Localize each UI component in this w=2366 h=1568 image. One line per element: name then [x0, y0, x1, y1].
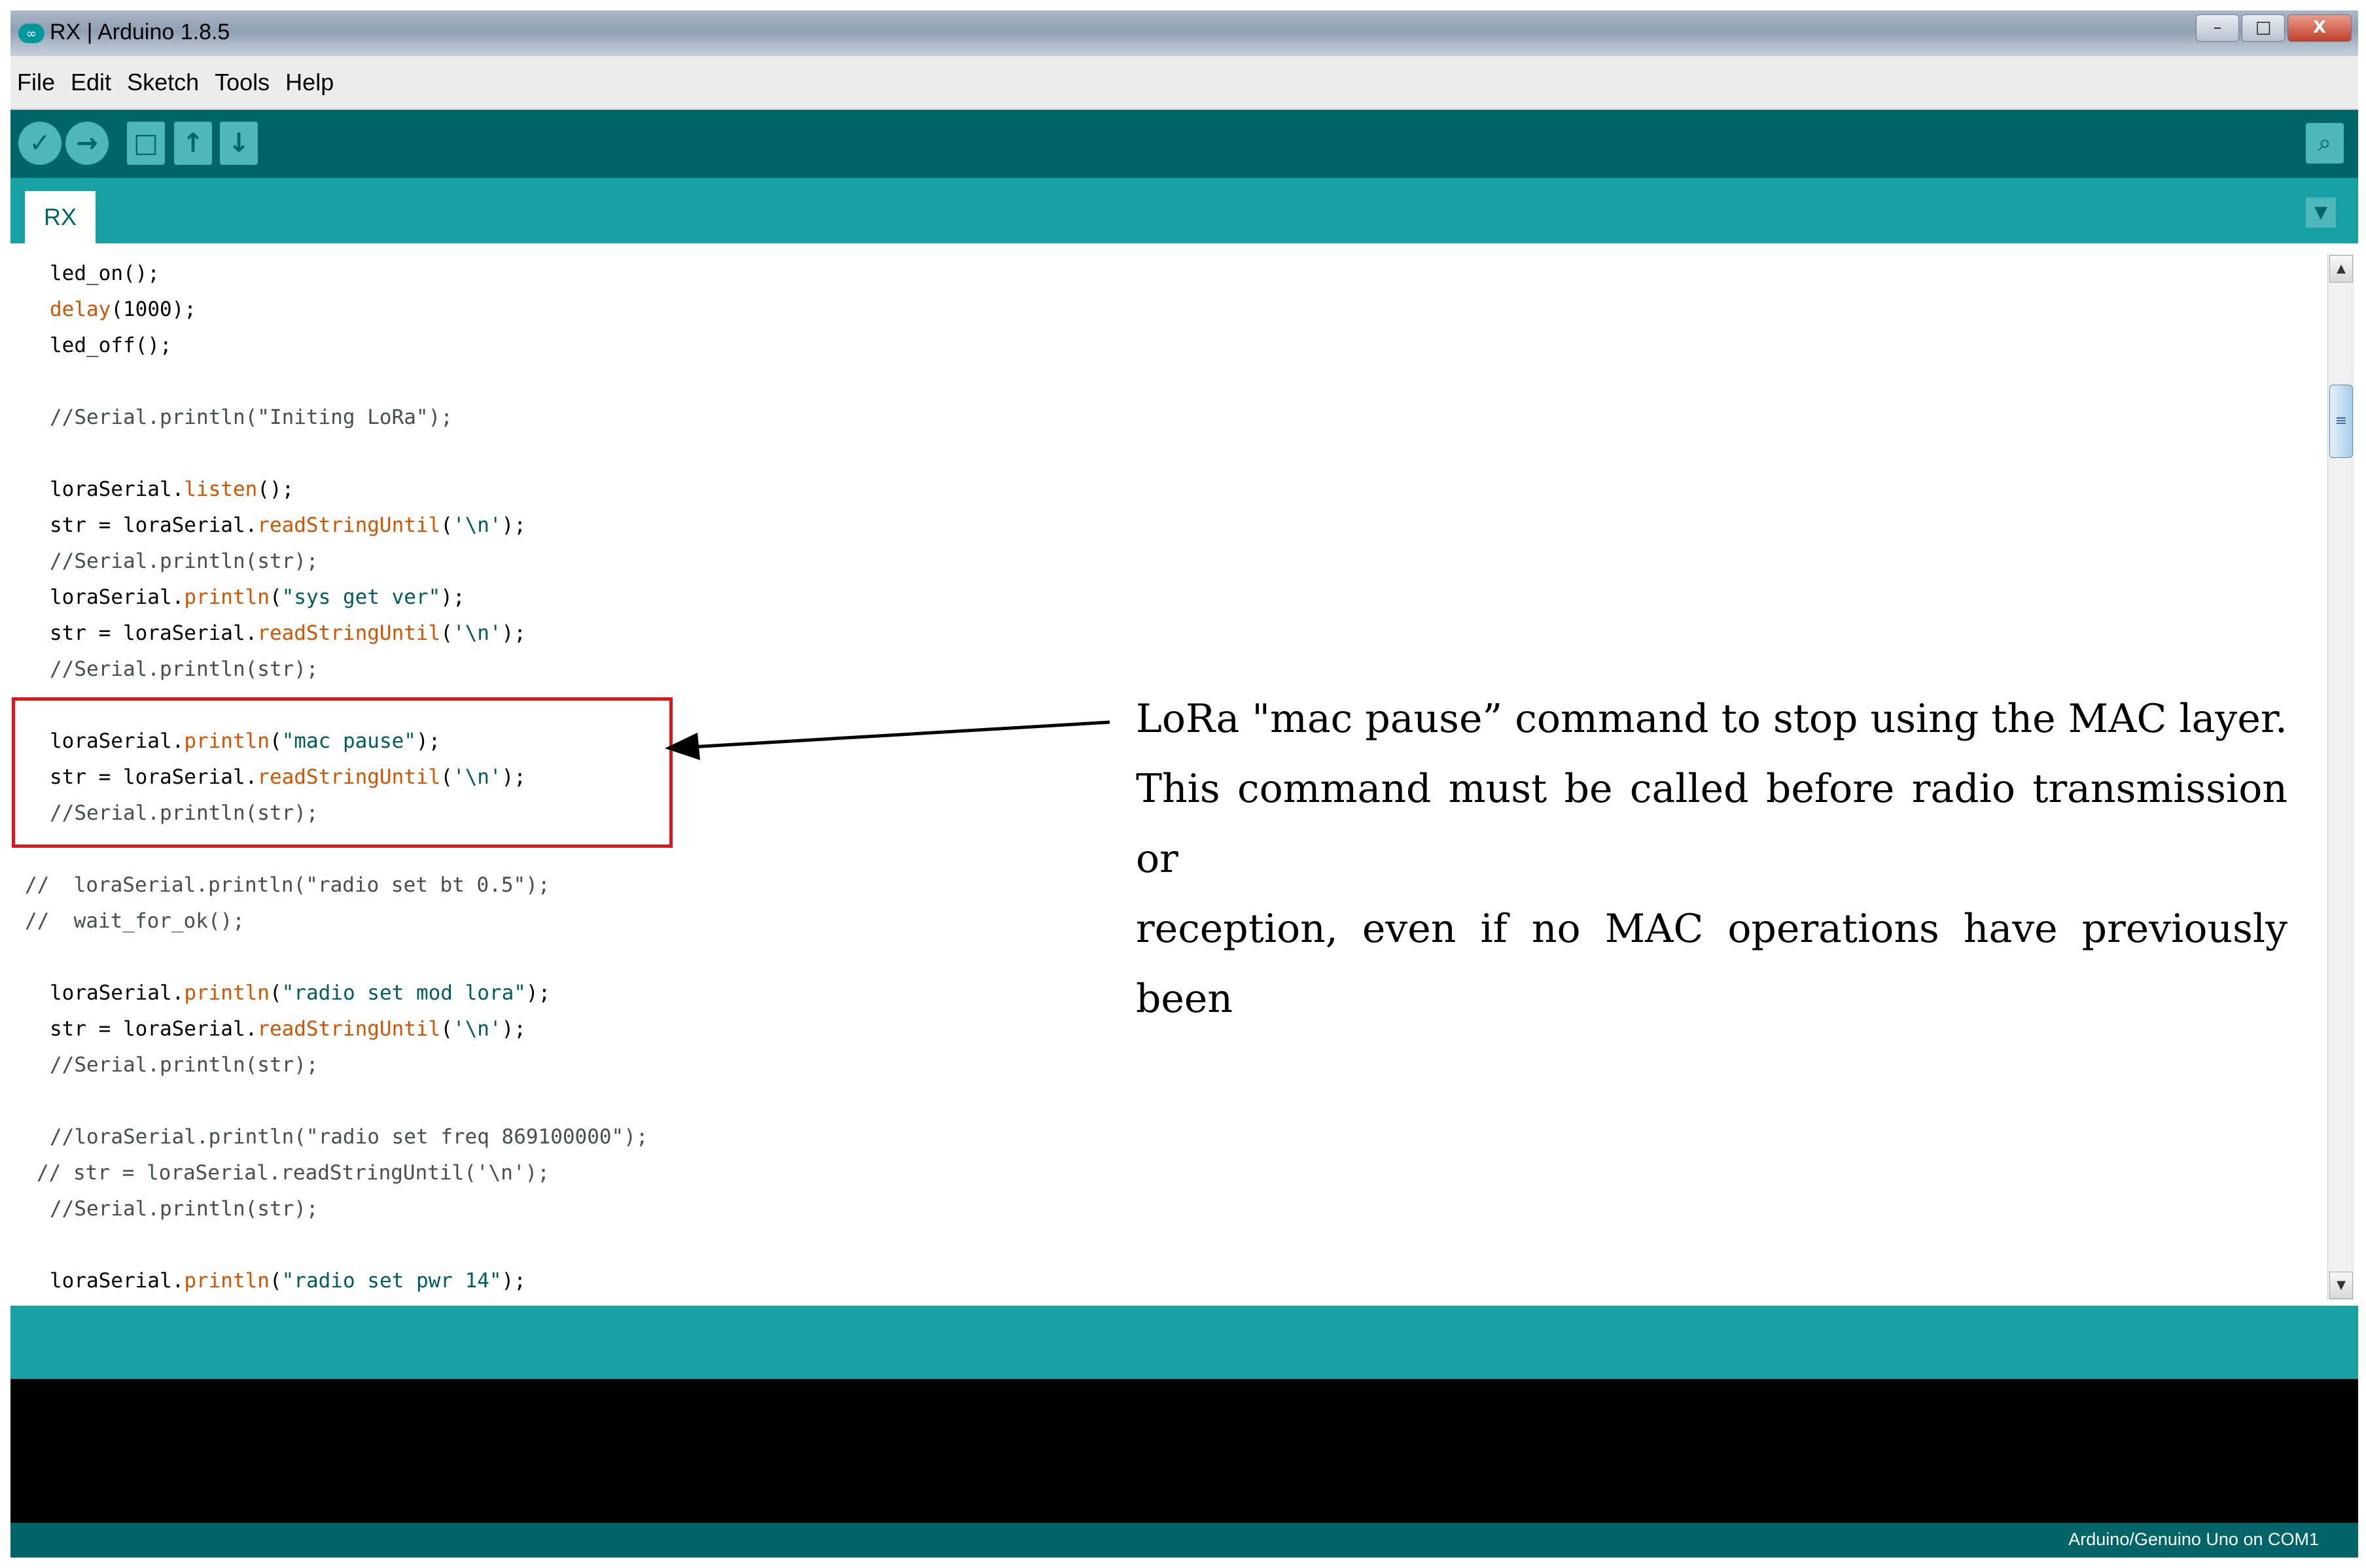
status-bar: Arduino/Genuino Uno on COM1 — [10, 1523, 2358, 1558]
annotation-text: LoRa "mac pause” command to stop using t… — [1136, 684, 2287, 1034]
scroll-thumb[interactable]: ≡ — [2329, 385, 2353, 458]
annotation-line-3: reception, even if no MAC operations hav… — [1136, 906, 2287, 1022]
arduino-window: ∞ RX | Arduino 1.8.5 – □ X File Edit Ske… — [10, 10, 2358, 1558]
code-line: //Serial.println(str); — [50, 657, 319, 681]
verify-icon[interactable]: ✓ — [18, 122, 62, 165]
code-line: str = loraSerial.readStringUntil('\n'); — [50, 621, 526, 645]
annotation-line-1: LoRa "mac pause” command to stop using t… — [1136, 696, 2287, 742]
menu-file[interactable]: File — [17, 69, 55, 96]
code-line: //Serial.println(str); — [50, 1197, 319, 1221]
toolbar: ✓ → □ ↑ ↓ ⌕ — [10, 110, 2358, 178]
window-title: RX | Arduino 1.8.5 — [50, 20, 230, 44]
code-line: str = loraSerial.readStringUntil('\n'); — [50, 514, 526, 537]
code-line: //Serial.println(str); — [50, 549, 319, 573]
open-sketch-icon[interactable]: ↑ — [174, 122, 212, 165]
tab-menu-chevron-down-icon[interactable]: ▼ — [2306, 198, 2336, 228]
code-line: led_off(); — [50, 334, 172, 357]
code-line: //Serial.println("Initing LoRa"); — [50, 406, 453, 429]
code-line: //loraSerial.println("radio set freq 869… — [50, 1125, 648, 1149]
code-line: loraSerial.println("radio set mod lora")… — [50, 981, 551, 1005]
serial-monitor-icon[interactable]: ⌕ — [2306, 123, 2344, 164]
code-line: loraSerial.listen(); — [50, 478, 294, 501]
code-line: str = loraSerial.readStringUntil('\n'); — [50, 1017, 526, 1041]
menu-bar: File Edit Sketch Tools Help — [10, 56, 2358, 110]
save-sketch-icon[interactable]: ↓ — [220, 122, 258, 165]
menu-sketch[interactable]: Sketch — [127, 69, 199, 96]
title-bar: ∞ RX | Arduino 1.8.5 – □ X — [10, 10, 2358, 56]
editor-console-divider[interactable] — [10, 1306, 2358, 1379]
minimize-button[interactable]: – — [2196, 14, 2239, 42]
scroll-down-icon[interactable]: ▼ — [2329, 1272, 2353, 1299]
tab-bar: RX ▼ — [10, 178, 2358, 243]
code-line: led_on(); — [50, 262, 160, 285]
restore-button[interactable]: □ — [2242, 14, 2285, 42]
close-button[interactable]: X — [2287, 14, 2352, 42]
menu-help[interactable]: Help — [285, 69, 334, 96]
board-port-status: Arduino/Genuino Uno on COM1 — [2068, 1529, 2319, 1549]
code-line: delay(1000); — [50, 298, 196, 321]
code-line: loraSerial.println("sys get ver"); — [50, 585, 465, 609]
new-sketch-icon[interactable]: □ — [127, 122, 165, 165]
menu-tools[interactable]: Tools — [215, 69, 270, 96]
upload-icon[interactable]: → — [65, 122, 109, 165]
code-line: //Serial.println(str); — [50, 1053, 319, 1077]
annotation-arrow-icon — [665, 720, 1110, 760]
code-line: // wait_for_ok(); — [25, 909, 245, 933]
tab-rx[interactable]: RX — [25, 191, 96, 243]
annotation-line-2: This command must be called before radio… — [1136, 766, 2287, 882]
highlight-box — [12, 697, 673, 848]
code-line: loraSerial.println("radio set pwr 14"); — [50, 1269, 526, 1293]
console-output — [10, 1379, 2358, 1523]
menu-edit[interactable]: Edit — [71, 69, 111, 96]
code-line: // str = loraSerial.readStringUntil('\n'… — [37, 1161, 550, 1185]
vertical-scrollbar[interactable]: ▲ ≡ ▼ — [2327, 254, 2354, 1300]
arduino-logo-icon: ∞ — [18, 24, 44, 43]
scroll-up-icon[interactable]: ▲ — [2329, 255, 2353, 283]
code-line: // loraSerial.println("radio set bt 0.5"… — [25, 873, 550, 897]
